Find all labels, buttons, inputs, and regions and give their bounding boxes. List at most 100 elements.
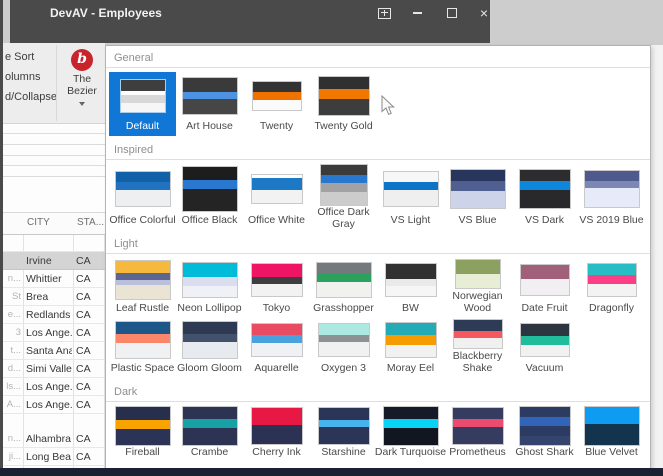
mouse-cursor <box>381 94 396 121</box>
theme-item-twenty-gold[interactable]: Twenty Gold <box>310 72 377 136</box>
theme-swatch <box>251 81 302 111</box>
theme-item-office-colorful[interactable]: Office Colorful <box>109 164 176 230</box>
cell-addr: e... <box>7 309 21 320</box>
cell-city: Brea <box>26 291 49 303</box>
theme-item-vs-2019-blue[interactable]: VS 2019 Blue <box>578 164 645 230</box>
theme-dropdown-button[interactable]: b The Bezier <box>59 45 105 121</box>
table-row-los-ange[interactable]: A... Los Ange... CA <box>3 396 105 414</box>
cell-state: CA <box>76 345 91 357</box>
theme-item-label: Oxygen 3 <box>321 362 366 374</box>
title-bar[interactable]: DevAV - Employees × <box>10 0 490 43</box>
cell-addr: St <box>12 291 21 302</box>
theme-item-gloom-gloom[interactable]: Gloom Gloom <box>176 318 243 378</box>
theme-swatch <box>518 406 571 446</box>
theme-item-default[interactable]: Default <box>109 72 176 136</box>
close-button[interactable]: × <box>475 5 493 21</box>
theme-item-vacuum[interactable]: Vacuum <box>511 318 578 378</box>
maximize-button[interactable] <box>443 5 461 21</box>
theme-item-fireball[interactable]: Fireball <box>109 406 176 462</box>
cell-state: CA <box>76 291 91 303</box>
ribbon-item-expand-collapse[interactable]: d/Collapse <box>5 91 57 103</box>
theme-swatch <box>181 262 238 298</box>
ribbon-item-columns[interactable]: olumns <box>5 71 40 83</box>
cell-state: CA <box>76 451 91 463</box>
table-row-brea[interactable]: St Brea CA <box>3 288 105 306</box>
theme-item-vs-light[interactable]: VS Light <box>377 164 444 230</box>
table-row-santa-ana[interactable]: t... Santa Ana CA <box>3 342 105 360</box>
table-row-los-ange[interactable]: ls... Los Ange... CA <box>3 378 105 396</box>
theme-item-moray-eel[interactable]: Moray Eel <box>377 318 444 378</box>
ribbon-display-options-icon[interactable] <box>375 5 393 21</box>
theme-item-office-black[interactable]: Office Black <box>176 164 243 230</box>
theme-item-norwegian-wood[interactable]: Norwegian Wood <box>444 258 511 318</box>
theme-item-cherry-ink[interactable]: Cherry Ink <box>243 406 310 462</box>
theme-item-art-house[interactable]: Art House <box>176 72 243 136</box>
theme-item-blackberry-shake[interactable]: Blackberry Shake <box>444 318 511 378</box>
theme-swatch <box>519 264 570 296</box>
theme-item-vs-blue[interactable]: VS Blue <box>444 164 511 230</box>
theme-item-aquarelle[interactable]: Aquarelle <box>243 318 310 378</box>
table-row-simi-valley[interactable]: d... Simi Valley CA <box>3 360 105 378</box>
cell-state: CA <box>76 327 91 339</box>
cell-addr: ls... <box>6 381 21 392</box>
table-row-whittier[interactable]: n... Whittier CA <box>3 270 105 288</box>
theme-item-label: Office White <box>248 214 305 226</box>
minimize-icon <box>412 12 422 14</box>
theme-item-dragonfly[interactable]: Dragonfly <box>578 258 645 318</box>
theme-swatch <box>319 164 368 206</box>
theme-item-neon-lollipop[interactable]: Neon Lollipop <box>176 258 243 318</box>
cell-city: Irvine <box>26 255 52 267</box>
column-header-city[interactable]: CITY <box>27 217 50 228</box>
cell-state: CA <box>76 381 91 393</box>
cell-state: CA <box>76 363 91 375</box>
gallery-group-header: General <box>106 46 650 68</box>
theme-swatch <box>250 323 303 357</box>
theme-item-blue-velvet[interactable]: Blue Velvet <box>578 406 645 462</box>
theme-item-label: Tokyo <box>262 302 291 314</box>
table-row-redlands[interactable]: e... Redlands CA <box>3 306 105 324</box>
theme-item-vs-dark[interactable]: VS Dark <box>511 164 578 230</box>
theme-item-office-dark-gray[interactable]: Office Dark Gray <box>310 164 377 230</box>
theme-swatch <box>384 263 437 297</box>
theme-item-grasshopper[interactable]: Grasshopper <box>310 258 377 318</box>
theme-item-crambe[interactable]: Crambe <box>176 406 243 462</box>
theme-swatch <box>181 321 238 359</box>
theme-swatch <box>317 323 370 357</box>
table-row-long-bea[interactable]: ji... Long Bea... CA <box>3 448 105 466</box>
cell-addr: ji... <box>8 451 21 462</box>
table-row-alhambra[interactable]: n... Alhambra CA <box>3 430 105 448</box>
theme-item-label: Dark Turquoise <box>374 446 447 458</box>
theme-item-label: Blackberry Shake <box>452 350 503 374</box>
table-row[interactable] <box>3 234 105 252</box>
minimize-button[interactable] <box>408 5 426 21</box>
theme-item-prometheus[interactable]: Prometheus <box>444 406 511 462</box>
theme-item-label: Norwegian Wood <box>452 290 503 314</box>
gallery-group-general: General Default Art House Twenty Twenty Gold <box>106 46 650 138</box>
ribbon-item-reverse-sort[interactable]: e Sort <box>5 51 34 63</box>
theme-item-label: VS Blue <box>458 214 497 226</box>
theme-swatch <box>114 406 171 446</box>
theme-item-dark-turquoise[interactable]: Dark Turquoise <box>374 406 447 462</box>
theme-item-label: Date Fruit <box>521 302 568 314</box>
cell-city: Los Ange... <box>26 399 72 411</box>
theme-item-twenty[interactable]: Twenty <box>243 72 310 136</box>
theme-item-label: Default <box>125 120 160 132</box>
theme-item-bw[interactable]: BW <box>377 258 444 318</box>
theme-item-label: VS Dark <box>524 214 565 226</box>
table-row-irvine[interactable]: Irvine CA <box>3 252 105 270</box>
theme-item-tokyo[interactable]: Tokyo <box>243 258 310 318</box>
theme-item-oxygen-3[interactable]: Oxygen 3 <box>310 318 377 378</box>
theme-item-office-white[interactable]: Office White <box>243 164 310 230</box>
theme-item-starshine[interactable]: Starshine <box>310 406 377 462</box>
cell-addr: d... <box>7 363 21 374</box>
theme-item-ghost-shark[interactable]: Ghost Shark <box>511 406 578 462</box>
gallery-group-items: Office Colorful Office Black Office White O… <box>106 160 650 232</box>
gallery-group-header: Light <box>106 232 650 254</box>
table-row-los-ange[interactable]: 3 Los Ange... CA <box>3 324 105 342</box>
theme-item-label: Cherry Ink <box>252 446 301 458</box>
theme-swatch <box>454 259 501 289</box>
theme-item-plastic-space[interactable]: Plastic Space <box>109 318 176 378</box>
column-header-state[interactable]: STA... <box>77 217 104 228</box>
theme-item-leaf-rustle[interactable]: Leaf Rustle <box>109 258 176 318</box>
theme-item-date-fruit[interactable]: Date Fruit <box>511 258 578 318</box>
